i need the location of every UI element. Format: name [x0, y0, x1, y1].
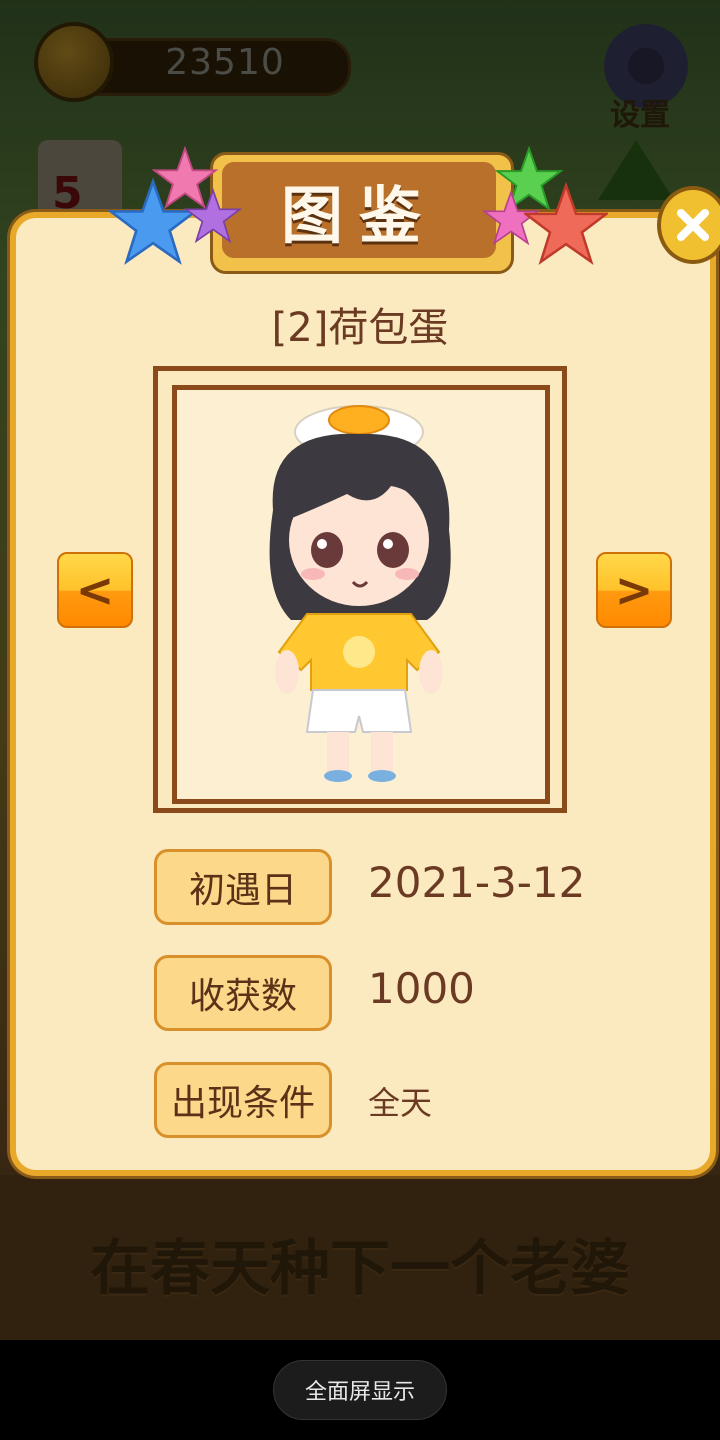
fullscreen-display-button[interactable]: 全面屏显示	[273, 1360, 447, 1420]
red-star-icon	[524, 182, 608, 265]
title-banner: 图鉴	[222, 162, 496, 258]
appear-condition-label: 出现条件	[154, 1062, 332, 1138]
next-button[interactable]: >	[596, 552, 672, 628]
first-met-label: 初遇日	[154, 849, 332, 925]
character-illustration	[269, 405, 451, 782]
appear-condition-value: 全天	[368, 1084, 433, 1122]
purple-star-icon	[184, 188, 242, 244]
portrait-frame	[153, 366, 567, 813]
first-met-value: 2021-3-12	[368, 858, 586, 907]
close-icon	[677, 209, 709, 241]
previous-button[interactable]: <	[57, 552, 133, 628]
close-button[interactable]	[657, 186, 720, 264]
harvest-count-value: 1000	[368, 964, 475, 1013]
harvest-count-label: 收获数	[154, 955, 332, 1031]
dialog-title: 图鉴	[280, 179, 437, 252]
item-name: [2]荷包蛋	[271, 305, 449, 351]
portrait-area	[172, 385, 550, 804]
